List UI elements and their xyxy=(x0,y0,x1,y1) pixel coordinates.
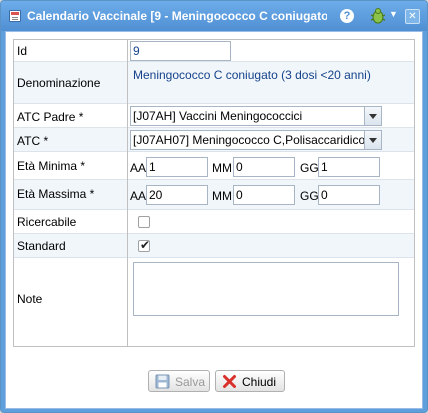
atc-padre-label: ATC Padre * xyxy=(17,110,84,124)
eta-massima-aa-label: AA xyxy=(130,189,147,203)
row-note: Note xyxy=(14,258,414,346)
close-button[interactable]: ✕ xyxy=(405,9,420,24)
row-eta-minima: Età Minima * AA 1 MM 0 GG 1 xyxy=(14,152,414,180)
row-atc-padre: ATC Padre * [J07AH] Vaccini Meningococci… xyxy=(14,104,414,128)
row-atc: ATC * [J07AH07] Meningococco C,Polisacca… xyxy=(14,128,414,152)
window-title: Calendario Vaccinale [9 - Meningococco C… xyxy=(27,9,327,23)
save-icon xyxy=(155,374,170,389)
standard-label: Standard xyxy=(17,239,66,253)
save-button[interactable]: Salva xyxy=(148,370,210,392)
dialog-window: Calendario Vaccinale [9 - Meningococco C… xyxy=(0,0,428,413)
eta-massima-mm-label: MM xyxy=(212,189,232,203)
note-label: Note xyxy=(17,292,43,306)
atc-padre-select[interactable]: [J07AH] Vaccini Meningococcici xyxy=(130,106,382,126)
close-button-label: Chiudi xyxy=(242,375,277,389)
denominazione-label: Denominazione xyxy=(17,76,101,90)
calendar-icon xyxy=(9,10,21,22)
atc-value: [J07AH07] Meningococco C,Polisaccaridico xyxy=(133,133,366,147)
dialog-body: Id 9 Denominazione Meningococco C coniug… xyxy=(5,31,423,409)
form-grid: Id 9 Denominazione Meningococco C coniug… xyxy=(13,39,415,347)
atc-padre-value: [J07AH] Vaccini Meningococcici xyxy=(133,109,303,123)
eta-minima-mm-field[interactable]: 0 xyxy=(233,157,295,177)
ricercabile-checkbox[interactable] xyxy=(138,216,150,228)
eta-minima-aa-label: AA xyxy=(130,161,147,175)
eta-minima-gg-label: GG xyxy=(300,161,319,175)
chevron-down-icon[interactable] xyxy=(364,107,381,125)
ricercabile-label: Ricercabile xyxy=(17,215,77,229)
chevron-down-icon[interactable] xyxy=(364,131,381,149)
bug-icon[interactable] xyxy=(369,7,387,25)
eta-minima-label: Età Minima * xyxy=(17,159,86,173)
checkmark-icon: ✔ xyxy=(140,238,151,252)
note-textarea[interactable] xyxy=(133,262,399,316)
eta-massima-mm-field[interactable]: 0 xyxy=(233,185,295,205)
row-standard: Standard ✔ xyxy=(14,234,414,258)
eta-massima-gg-field[interactable]: 0 xyxy=(318,185,380,205)
eta-minima-aa-field[interactable]: 1 xyxy=(146,157,208,177)
eta-massima-aa-field[interactable]: 20 xyxy=(146,185,208,205)
eta-minima-mm-label: MM xyxy=(212,161,232,175)
id-field[interactable]: 9 xyxy=(130,41,231,61)
chevron-down-icon[interactable]: ▼ xyxy=(389,9,398,19)
atc-select[interactable]: [J07AH07] Meningococco C,Polisaccaridico xyxy=(130,130,382,150)
help-icon[interactable]: ? xyxy=(340,9,354,23)
row-id: Id 9 xyxy=(14,40,414,62)
row-denominazione: Denominazione Meningococco C coniugato (… xyxy=(14,62,414,104)
denominazione-value: Meningococco C coniugato (3 dosi <20 ann… xyxy=(133,68,371,82)
close-icon xyxy=(223,375,236,388)
standard-checkbox[interactable]: ✔ xyxy=(138,238,151,252)
row-ricercabile: Ricercabile xyxy=(14,210,414,234)
column-divider xyxy=(127,40,128,346)
eta-massima-gg-label: GG xyxy=(300,189,319,203)
title-bar[interactable]: Calendario Vaccinale [9 - Meningococco C… xyxy=(1,1,427,31)
eta-massima-label: Età Massima * xyxy=(17,187,95,201)
id-label: Id xyxy=(17,44,28,58)
close-dialog-button[interactable]: Chiudi xyxy=(215,370,285,392)
eta-minima-gg-field[interactable]: 1 xyxy=(318,157,380,177)
atc-label: ATC * xyxy=(17,134,49,148)
row-eta-massima: Età Massima * AA 20 MM 0 GG 0 xyxy=(14,180,414,210)
save-button-label: Salva xyxy=(175,375,206,389)
